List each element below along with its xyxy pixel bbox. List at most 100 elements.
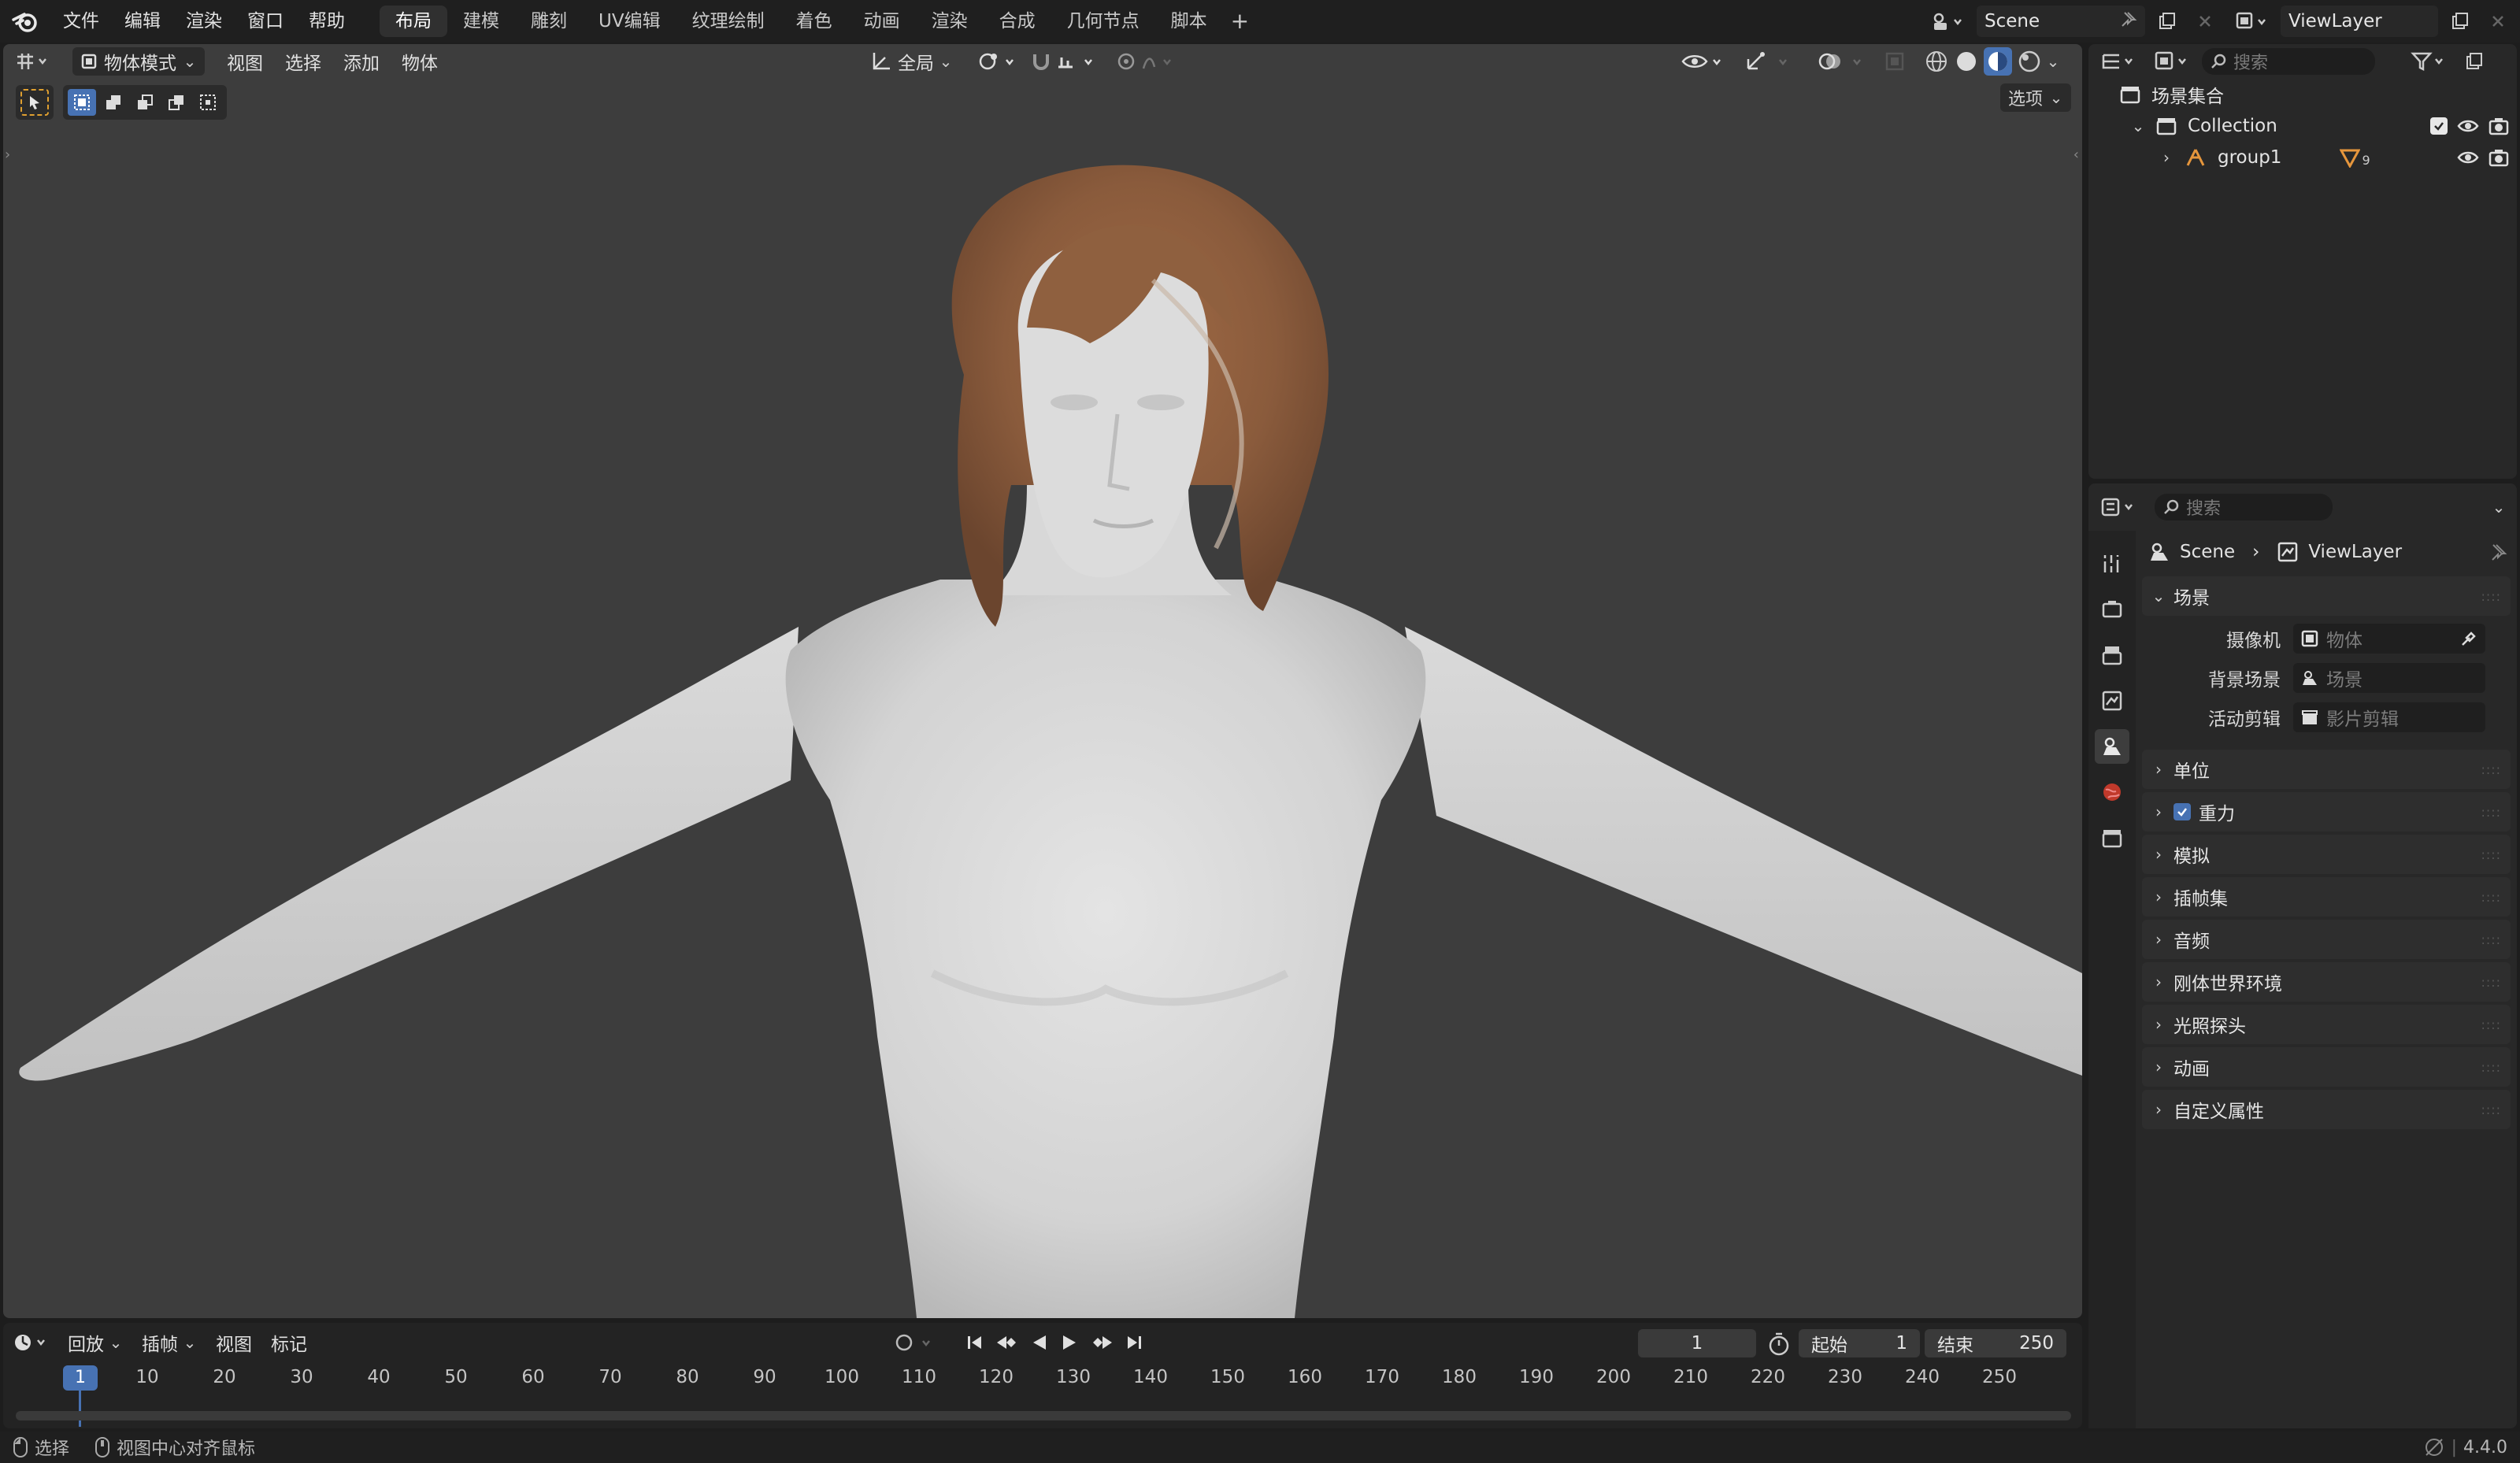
drag-handle-icon[interactable]: ::::: [2481, 589, 2501, 604]
outliner-row-collection[interactable]: ⌄ Collection: [2088, 110, 2517, 142]
panel-audio-header[interactable]: › 音频 ::::: [2142, 920, 2511, 959]
tab-shading[interactable]: 着色: [780, 6, 848, 37]
blender-logo-icon[interactable]: [0, 0, 50, 43]
playback-menu[interactable]: 回放 ⌄: [58, 1329, 132, 1356]
menu-object[interactable]: 物体: [391, 48, 449, 75]
panel-simulation-header[interactable]: › 模拟 ::::: [2142, 835, 2511, 874]
transform-orientation-dropdown[interactable]: 全局 ⌄: [858, 48, 964, 75]
play-icon[interactable]: [1058, 1332, 1080, 1354]
keying-menu[interactable]: 插帧 ⌄: [132, 1329, 206, 1356]
drag-handle-icon[interactable]: ::::: [2481, 975, 2501, 990]
world-tab-icon[interactable]: [2095, 775, 2129, 809]
pin-icon[interactable]: [2120, 10, 2137, 32]
tool-tab-icon[interactable]: [2095, 546, 2129, 581]
chevron-down-icon[interactable]: ⌄: [2046, 52, 2060, 71]
drag-handle-icon[interactable]: ::::: [2481, 1102, 2501, 1117]
display-mode-icon[interactable]: [2148, 46, 2196, 77]
active-clip-field[interactable]: 影片剪辑: [2293, 702, 2485, 732]
tab-texture-paint[interactable]: 纹理绘制: [676, 6, 780, 37]
tab-rendering[interactable]: 渲染: [916, 6, 984, 37]
add-workspace-button[interactable]: +: [1223, 6, 1257, 37]
left-toolbar-toggle-icon[interactable]: ›: [5, 146, 10, 163]
outliner-search-input[interactable]: 搜索: [2202, 48, 2375, 75]
next-keyframe-icon[interactable]: [1088, 1332, 1115, 1354]
chevron-down-icon[interactable]: ⌄: [2131, 117, 2145, 135]
select-tool[interactable]: [16, 85, 54, 120]
menu-view[interactable]: 视图: [216, 48, 274, 75]
select-intersect-icon[interactable]: [194, 89, 222, 116]
menu-select[interactable]: 选择: [274, 48, 332, 75]
stopwatch-icon[interactable]: [1766, 1331, 1792, 1357]
eye-icon[interactable]: [2457, 149, 2479, 166]
jump-end-icon[interactable]: [1123, 1332, 1145, 1354]
panel-light-probes-header[interactable]: › 光照探头 ::::: [2142, 1005, 2511, 1044]
eye-icon[interactable]: [2457, 117, 2479, 135]
snap-toggle[interactable]: [1019, 50, 1112, 73]
record-icon[interactable]: [893, 1331, 940, 1354]
new-collection-icon[interactable]: [2459, 46, 2490, 77]
properties-editor[interactable]: 搜索 ⌄ Scene › ViewLayer ⌄ 场景 :::: 摄像机 物体 …: [2088, 483, 2517, 1428]
properties-editor-type-icon[interactable]: [2095, 491, 2142, 523]
new-scene-icon[interactable]: [2151, 6, 2183, 37]
render-tab-icon[interactable]: [2095, 592, 2129, 627]
background-scene-field[interactable]: 场景: [2293, 663, 2485, 693]
view-layer-type-icon[interactable]: [2227, 6, 2274, 37]
drag-handle-icon[interactable]: ::::: [2481, 932, 2501, 947]
viewport-scene[interactable]: [3, 44, 2082, 1318]
scene-tab-icon[interactable]: [2095, 729, 2129, 764]
pin-icon[interactable]: [2488, 543, 2507, 561]
new-view-layer-icon[interactable]: [2444, 6, 2476, 37]
timeline-editor[interactable]: 回放 ⌄ 插帧 ⌄ 视图 标记 1 起始 1 结束 250 10 20 30 40: [3, 1323, 2082, 1428]
menu-help[interactable]: 帮助: [296, 0, 358, 43]
tab-modeling[interactable]: 建模: [447, 6, 515, 37]
tab-compositing[interactable]: 合成: [984, 6, 1051, 37]
xray-toggle[interactable]: [1873, 50, 1917, 72]
panel-custom-properties-header[interactable]: › 自定义属性 ::::: [2142, 1090, 2511, 1129]
delete-scene-icon[interactable]: [2189, 6, 2221, 37]
outliner-editor-type-icon[interactable]: [2095, 46, 2142, 77]
scene-type-icon[interactable]: [1923, 6, 1970, 37]
output-tab-icon[interactable]: [2095, 638, 2129, 672]
menu-edit[interactable]: 编辑: [112, 0, 173, 43]
right-sidebar-toggle-icon[interactable]: ‹: [2073, 146, 2079, 163]
timeline-editor-type-button[interactable]: [3, 1332, 58, 1354]
proportional-edit-toggle[interactable]: [1106, 50, 1191, 73]
camera-field[interactable]: 物体: [2293, 624, 2485, 654]
tab-animation[interactable]: 动画: [848, 6, 916, 37]
overlay-toggle[interactable]: [1807, 50, 1881, 73]
gizmo-toggle[interactable]: [1732, 50, 1807, 73]
menu-window[interactable]: 窗口: [235, 0, 296, 43]
delete-view-layer-icon[interactable]: [2482, 6, 2514, 37]
drag-handle-icon[interactable]: ::::: [2481, 762, 2501, 777]
drag-handle-icon[interactable]: ::::: [2481, 805, 2501, 820]
view-layer-field[interactable]: ViewLayer: [2281, 6, 2438, 37]
tab-uv-editing[interactable]: UV编辑: [583, 6, 676, 37]
menu-add[interactable]: 添加: [332, 48, 391, 75]
solid-shading-icon[interactable]: [1953, 48, 1980, 75]
tab-sculpting[interactable]: 雕刻: [515, 6, 583, 37]
timeline-view-menu[interactable]: 视图: [206, 1329, 261, 1356]
tab-scripting[interactable]: 脚本: [1155, 6, 1223, 37]
outliner-editor[interactable]: 搜索 场景集合 ⌄ Collection › group1 9: [2088, 44, 2517, 479]
frame-ruler[interactable]: 10 20 30 40 50 60 70 80 90 100 110 120 1…: [3, 1362, 2082, 1394]
drag-handle-icon[interactable]: ::::: [2481, 890, 2501, 905]
start-frame-field[interactable]: 起始 1: [1799, 1329, 1920, 1357]
menu-render[interactable]: 渲染: [173, 0, 235, 43]
play-reverse-icon[interactable]: [1028, 1332, 1051, 1354]
drag-handle-icon[interactable]: ::::: [2481, 847, 2501, 862]
panel-keying-sets-header[interactable]: › 插帧集 ::::: [2142, 877, 2511, 917]
cursor-arrow-icon[interactable]: [20, 89, 49, 116]
panel-gravity-header[interactable]: › 重力 ::::: [2142, 792, 2511, 832]
playhead-line[interactable]: [79, 1391, 81, 1427]
prev-keyframe-icon[interactable]: [994, 1332, 1021, 1354]
scene-name-field[interactable]: Scene: [1977, 6, 2145, 37]
menu-file[interactable]: 文件: [50, 0, 112, 43]
collection-tab-icon[interactable]: [2095, 820, 2129, 855]
select-invert-icon[interactable]: [162, 89, 191, 116]
filter-icon[interactable]: [2405, 46, 2452, 77]
outliner-row-group1[interactable]: › group1 9: [2088, 142, 2517, 173]
eyedropper-icon[interactable]: [2460, 630, 2477, 647]
end-frame-field[interactable]: 结束 250: [1925, 1329, 2066, 1357]
camera-render-icon[interactable]: [2488, 117, 2509, 135]
current-frame-field[interactable]: 1: [1638, 1329, 1756, 1357]
